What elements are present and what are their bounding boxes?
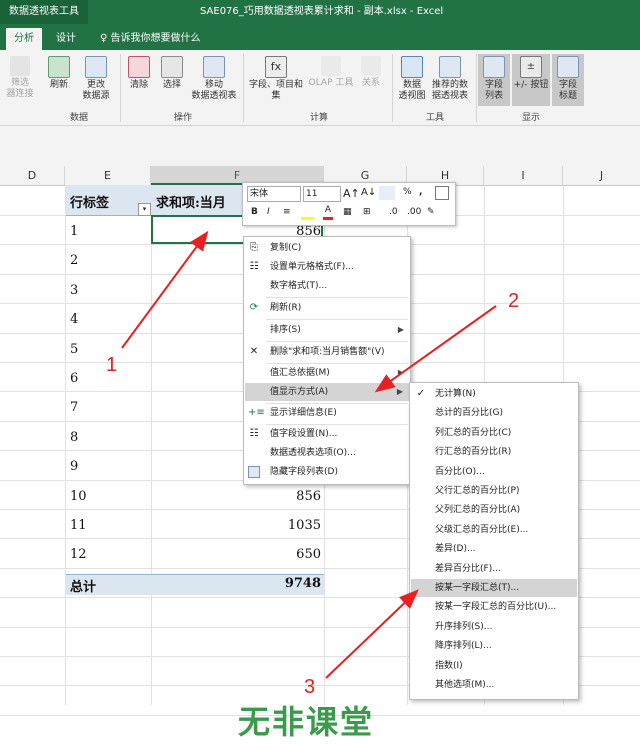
annotation-label-3: 3: [304, 676, 316, 698]
watermark-logo: 无非课堂: [238, 703, 375, 741]
arrow-2: [374, 305, 497, 393]
arrow-1: [121, 230, 209, 349]
arrow-3: [325, 589, 419, 679]
annotation-label-2: 2: [508, 290, 520, 312]
annotation-arrows: [121, 230, 497, 679]
annotation-label-1: 1: [106, 354, 118, 376]
